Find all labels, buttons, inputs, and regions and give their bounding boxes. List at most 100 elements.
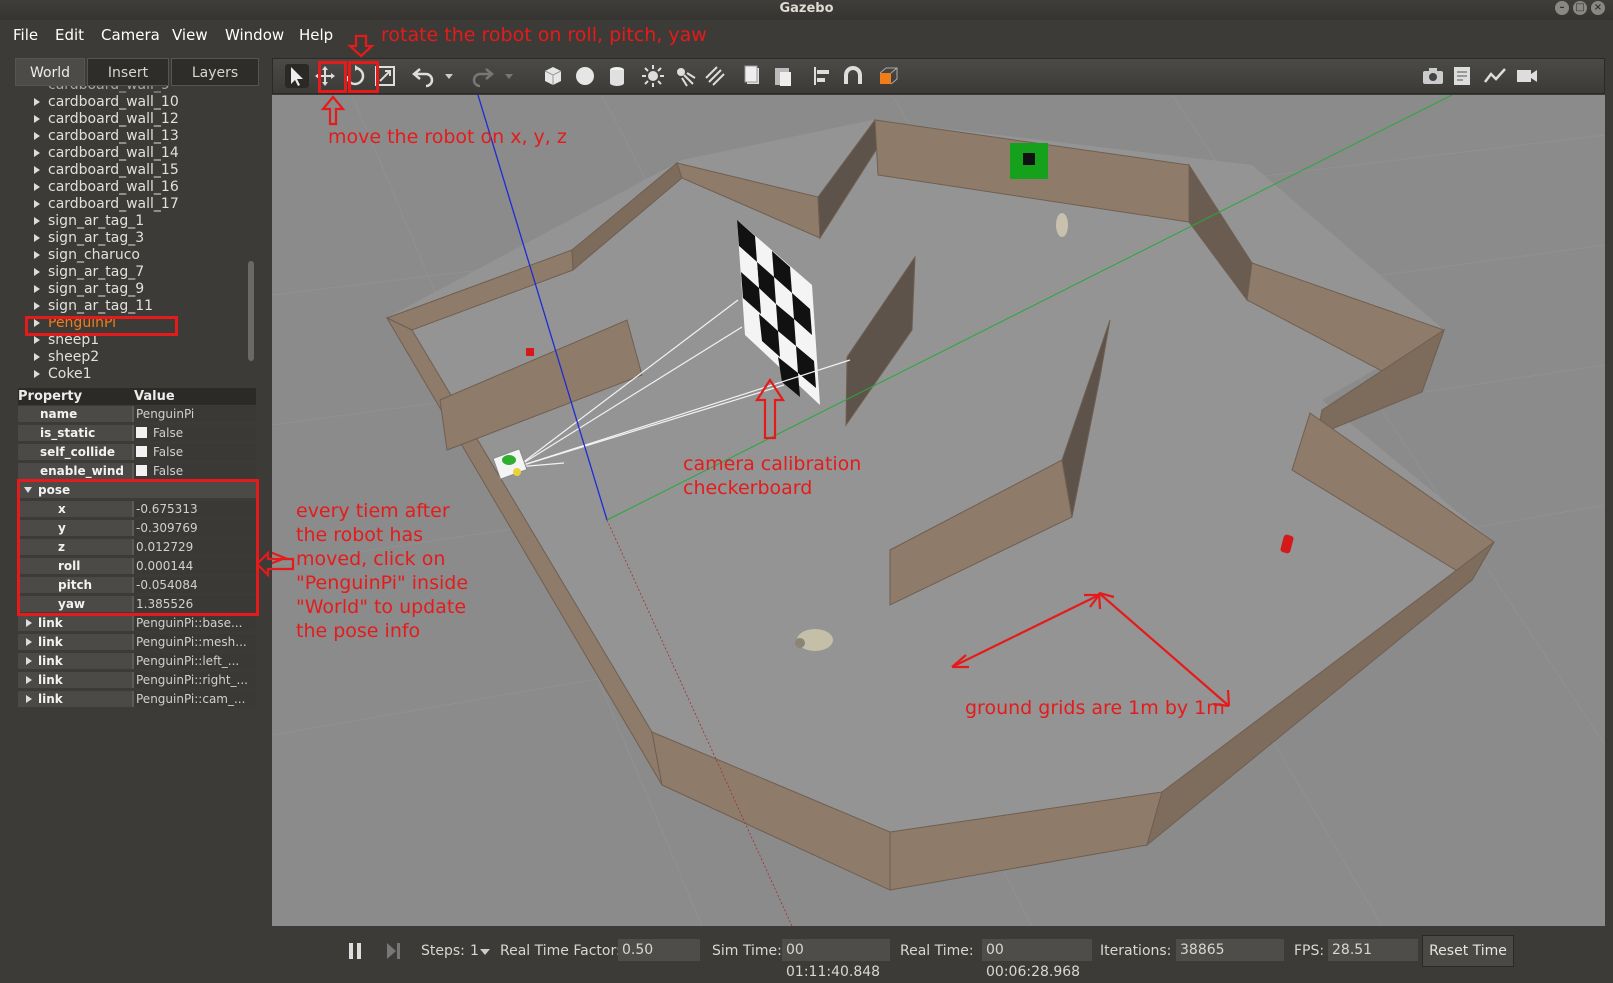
property-row-enable-wind[interactable]: enable_wind False (18, 463, 256, 480)
window-title: Gazebo (779, 1, 834, 16)
expand-arrow-icon[interactable] (34, 132, 40, 140)
paste-icon[interactable] (771, 64, 795, 88)
tree-item[interactable]: cardboard_wall_13 (34, 128, 179, 145)
checkbox[interactable]: False (134, 444, 256, 460)
expand-arrow-icon[interactable] (34, 98, 40, 106)
expand-arrow-icon[interactable] (34, 285, 40, 293)
expand-arrow-icon[interactable] (34, 234, 40, 242)
tree-item[interactable]: cardboard_wall_10 (34, 94, 179, 111)
close-icon[interactable]: × (1591, 1, 1605, 15)
video-record-icon[interactable] (1515, 64, 1539, 88)
step-icon[interactable] (385, 942, 401, 960)
sphere-shape-icon[interactable] (573, 64, 597, 88)
menu-edit[interactable]: Edit (55, 26, 84, 44)
tree-item[interactable]: sign_ar_tag_9 (34, 281, 144, 298)
spot-light-icon[interactable] (673, 64, 697, 88)
minimize-icon[interactable]: – (1555, 1, 1569, 15)
menu-file[interactable]: File (13, 26, 38, 44)
tree-item[interactable]: cardboard_wall_17 (34, 196, 179, 213)
expand-arrow-icon[interactable] (34, 115, 40, 123)
reset-time-button[interactable]: Reset Time (1422, 935, 1514, 967)
real-time-label: Real Time: (900, 943, 974, 959)
menu-help[interactable]: Help (299, 26, 333, 44)
expand-arrow-icon[interactable] (34, 268, 40, 276)
expand-arrow-icon[interactable] (34, 149, 40, 157)
expand-arrow-icon[interactable] (26, 657, 32, 665)
chevron-down-icon[interactable] (480, 949, 490, 955)
change-view-icon[interactable] (877, 64, 901, 88)
annotation-pose-line1: every tiem after (296, 500, 450, 522)
expand-arrow-icon[interactable] (34, 166, 40, 174)
select-mode-icon[interactable] (285, 64, 309, 88)
property-row-is-static[interactable]: is_static False (18, 425, 256, 442)
property-row-link[interactable]: link PenguinPi::mesh... (18, 634, 256, 651)
tree-item[interactable]: sign_charuco (34, 247, 140, 264)
property-row-link[interactable]: link PenguinPi::base... (18, 615, 256, 632)
tree-scrollbar[interactable] (248, 261, 254, 361)
tree-item-partial: cardboard_wall_9 (48, 86, 170, 94)
cylinder-shape-icon[interactable] (605, 64, 629, 88)
property-row-name[interactable]: name PenguinPi (18, 406, 256, 423)
checkbox[interactable]: False (134, 463, 256, 479)
plot-icon[interactable] (1483, 64, 1507, 88)
menu-window[interactable]: Window (225, 26, 284, 44)
property-row-self-collide[interactable]: self_collide False (18, 444, 256, 461)
scene-viewport[interactable] (272, 95, 1605, 926)
expand-arrow-icon[interactable] (34, 353, 40, 361)
property-row-link[interactable]: link PenguinPi::left_... (18, 653, 256, 670)
fps-label: FPS: (1294, 943, 1325, 959)
annotation-camera-line2: checkerboard (683, 477, 813, 499)
sim-time-label: Sim Time: (712, 943, 782, 959)
tree-item[interactable]: sign_ar_tag_7 (34, 264, 144, 281)
point-light-icon[interactable] (641, 64, 665, 88)
snap-icon[interactable] (841, 64, 865, 88)
tree-item[interactable]: cardboard_wall_14 (34, 145, 179, 162)
tree-item[interactable]: sign_ar_tag_3 (34, 230, 144, 247)
tree-item[interactable]: Coke1 (34, 366, 91, 383)
menu-camera[interactable]: Camera (101, 26, 160, 44)
expand-arrow-icon[interactable] (26, 638, 32, 646)
highlight-pose (17, 479, 259, 616)
pause-icon[interactable] (348, 942, 362, 960)
tree-item[interactable]: sheep2 (34, 349, 99, 366)
panel-tabs: World Insert Layers (15, 58, 262, 86)
redo-icon[interactable] (471, 64, 495, 88)
expand-arrow-icon[interactable] (34, 302, 40, 310)
tab-insert[interactable]: Insert (87, 58, 169, 86)
expand-arrow-icon[interactable] (34, 251, 40, 259)
screenshot-icon[interactable] (1421, 64, 1445, 88)
world-tree[interactable]: cardboard_wall_9 cardboard_wall_10 cardb… (18, 86, 259, 386)
expand-arrow-icon[interactable] (34, 200, 40, 208)
copy-icon[interactable] (741, 64, 765, 88)
checkbox[interactable]: False (134, 425, 256, 441)
tree-item[interactable]: cardboard_wall_12 (34, 111, 179, 128)
maximize-icon[interactable]: □ (1573, 1, 1587, 15)
annotation-grid: ground grids are 1m by 1m (965, 697, 1225, 719)
align-icon[interactable] (811, 64, 835, 88)
property-row-link[interactable]: link PenguinPi::cam_... (18, 691, 256, 708)
tree-item[interactable]: sign_ar_tag_11 (34, 298, 153, 315)
box-shape-icon[interactable] (541, 64, 565, 88)
tree-item[interactable]: sign_ar_tag_1 (34, 213, 144, 230)
undo-icon[interactable] (411, 64, 435, 88)
status-bar: Steps: 1 Real Time Factor: 0.50 Sim Time… (272, 926, 1605, 980)
highlight-rotate (348, 61, 379, 93)
tree-item[interactable]: cardboard_wall_15 (34, 162, 179, 179)
expand-arrow-icon[interactable] (26, 619, 32, 627)
directional-light-icon[interactable] (703, 64, 727, 88)
property-row-link[interactable]: link PenguinPi::right_... (18, 672, 256, 689)
expand-arrow-icon[interactable] (26, 695, 32, 703)
expand-arrow-icon[interactable] (34, 217, 40, 225)
undo-history-icon[interactable] (443, 64, 455, 88)
tree-item[interactable]: cardboard_wall_16 (34, 179, 179, 196)
steps-stepper[interactable]: 1 (470, 943, 479, 959)
expand-arrow-icon[interactable] (34, 183, 40, 191)
log-icon[interactable] (1451, 64, 1475, 88)
tab-layers[interactable]: Layers (171, 58, 259, 86)
redo-history-icon[interactable] (503, 64, 515, 88)
expand-arrow-icon[interactable] (26, 676, 32, 684)
expand-arrow-icon[interactable] (34, 336, 40, 344)
tab-world[interactable]: World (15, 58, 85, 86)
menu-view[interactable]: View (172, 26, 208, 44)
expand-arrow-icon[interactable] (34, 370, 40, 378)
